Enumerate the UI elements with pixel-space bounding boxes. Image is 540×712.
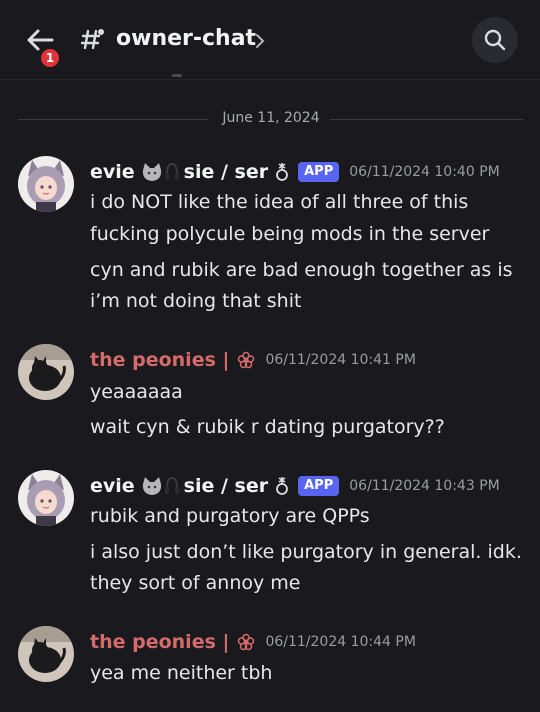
message-text: yea me neither tbh <box>90 662 273 684</box>
date-divider: June 11, 2024 <box>18 110 523 128</box>
nonbinary-symbol-icon <box>276 163 289 181</box>
date-label: June 11, 2024 <box>222 110 320 126</box>
channel-title[interactable]: owner-chat <box>116 26 256 51</box>
message-text: fucking polycule being mods in the serve… <box>90 223 490 245</box>
search-button[interactable] <box>472 17 518 63</box>
message-text: yeaaaaaa <box>90 381 183 403</box>
message-text: cyn and rubik are bad enough together as… <box>90 259 513 281</box>
headphones-icon <box>164 162 179 180</box>
avatar-peonies[interactable] <box>18 626 74 682</box>
nonbinary-symbol-icon <box>276 477 289 495</box>
message-header: evie sie / ser APP 06/11/2024 10:40 PM <box>90 158 500 186</box>
message-header: the peonies | 06/11/2024 10:44 PM <box>90 628 416 656</box>
message-header: the peonies | 06/11/2024 10:41 PM <box>90 346 416 374</box>
scroll-indicator <box>172 74 182 77</box>
flower-icon <box>238 633 255 651</box>
app-tag: APP <box>298 476 340 496</box>
pronouns: sie / ser <box>183 475 269 497</box>
message-text: i do NOT like the idea of all three of t… <box>90 191 469 213</box>
timestamp: 06/11/2024 10:40 PM <box>349 164 500 180</box>
author-name[interactable]: the peonies | <box>90 631 229 653</box>
channel-hash-icon <box>80 29 104 50</box>
author-name[interactable]: evie <box>90 161 135 183</box>
channel-header: 1 owner-chat <box>0 0 540 80</box>
author-name[interactable]: the peonies | <box>90 349 229 371</box>
author-name[interactable]: evie <box>90 475 135 497</box>
avatar-evie[interactable] <box>18 470 74 526</box>
flower-icon <box>238 351 255 369</box>
chevron-right-icon[interactable] <box>254 33 266 49</box>
message-text: they sort of annoy me <box>90 572 301 594</box>
app-tag: APP <box>298 162 340 182</box>
cat-emoji-icon <box>142 477 161 495</box>
message-header: evie sie / ser APP 06/11/2024 10:43 PM <box>90 472 500 500</box>
cat-emoji-icon <box>142 163 161 181</box>
search-icon <box>484 29 506 51</box>
timestamp: 06/11/2024 10:43 PM <box>349 478 500 494</box>
message-text: i also just don’t like purgatory in gene… <box>90 541 522 563</box>
message-text: rubik and purgatory are QPPs <box>90 505 370 527</box>
timestamp: 06/11/2024 10:41 PM <box>265 352 416 368</box>
avatar-evie[interactable] <box>18 156 74 212</box>
notification-badge: 1 <box>38 46 62 70</box>
message-text: wait cyn & rubik r dating purgatory?? <box>90 416 445 438</box>
timestamp: 06/11/2024 10:44 PM <box>265 634 416 650</box>
avatar-peonies[interactable] <box>18 344 74 400</box>
message-text: i’m not doing that shit <box>90 290 302 312</box>
pronouns: sie / ser <box>183 161 269 183</box>
headphones-icon <box>164 476 179 494</box>
